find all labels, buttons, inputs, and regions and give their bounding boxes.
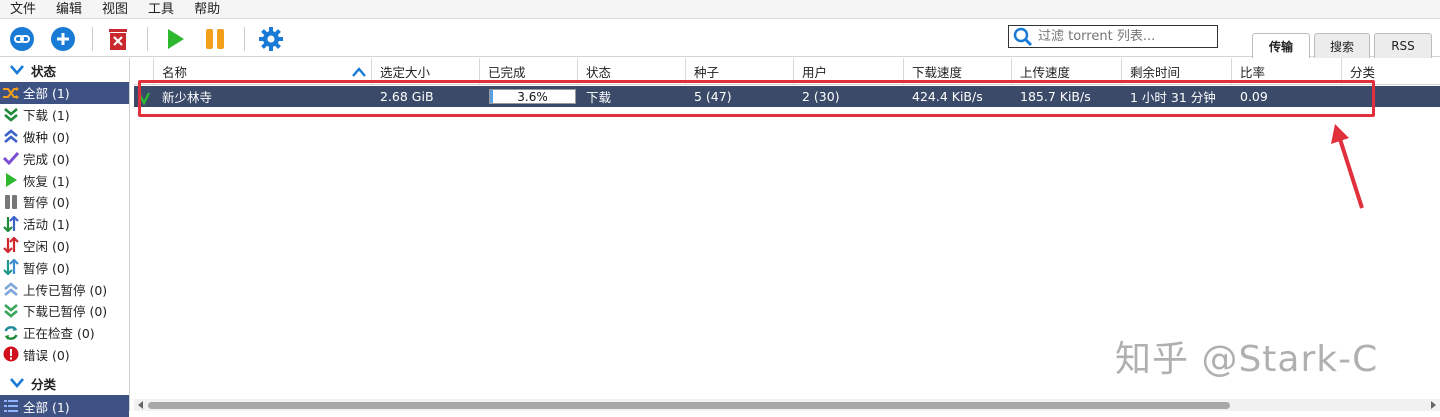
link-icon	[10, 27, 34, 51]
column-header-label: 上传速度	[1020, 65, 1071, 80]
column-header-label: 分类	[1350, 65, 1376, 80]
sidebar-item-label: 活动 (1)	[23, 217, 70, 233]
sidebar-item-all[interactable]: 全部 (1)	[0, 82, 129, 104]
toolbar: 传输 搜索 RSS	[0, 19, 1440, 58]
sidebar-item-resumed[interactable]: 恢复 (1)	[0, 169, 129, 191]
toolbar-separator	[147, 27, 148, 51]
download-icon	[2, 106, 20, 124]
sidebar: 状态 全部 (1) 下载 (1) 做种 (0) 完成 (0) 恢复 (1) 暂停…	[0, 58, 130, 417]
sidebar-item-seeding[interactable]: 做种 (0)	[0, 126, 129, 148]
scrollbar-thumb[interactable]	[148, 402, 1230, 409]
annotation-arrow-icon	[1331, 124, 1364, 209]
menu-file[interactable]: 文件	[0, 0, 46, 19]
upload-paused-icon	[2, 280, 20, 298]
pause-button[interactable]	[202, 26, 228, 52]
column-header-label: 选定大小	[380, 65, 431, 80]
options-button[interactable]	[258, 26, 284, 52]
tab-search[interactable]: 搜索	[1314, 33, 1370, 58]
sidebar-item-label: 暂停 (0)	[23, 195, 70, 211]
sort-ascending-icon	[352, 67, 366, 77]
sidebar-item-label: 全部 (1)	[23, 399, 70, 415]
chevron-down-icon	[10, 65, 24, 75]
column-header-label: 用户	[802, 65, 828, 80]
column-header-label: 名称	[162, 65, 188, 80]
trash-icon	[109, 29, 127, 50]
sidebar-item-label: 空闲 (0)	[23, 238, 70, 254]
menu-edit[interactable]: 编辑	[46, 0, 92, 19]
sidebar-item-category-all[interactable]: 全部 (1)	[0, 395, 129, 417]
search-field[interactable]	[1008, 25, 1218, 48]
add-torrent-button[interactable]	[50, 26, 76, 52]
sidebar-item-label: 下载已暂停 (0)	[23, 304, 108, 320]
sidebar-item-paused[interactable]: 暂停 (0)	[0, 191, 129, 213]
menu-bar: 文件 编辑 视图 工具 帮助	[0, 0, 1440, 19]
menu-help[interactable]: 帮助	[184, 0, 230, 19]
search-input[interactable]	[1038, 29, 1214, 44]
annotation-highlight-box	[138, 80, 1375, 117]
category-section-header[interactable]: 分类	[0, 371, 129, 395]
tab-bar: 传输 搜索 RSS	[1252, 33, 1436, 58]
scroll-right-icon[interactable]	[1429, 401, 1437, 409]
sidebar-item-label: 下载 (1)	[23, 108, 70, 124]
sidebar-item-label: 错误 (0)	[23, 347, 70, 363]
toolbar-separator	[92, 27, 93, 51]
category-section-label: 分类	[31, 376, 57, 392]
scroll-left-icon[interactable]	[137, 401, 145, 409]
sidebar-item-label: 上传已暂停 (0)	[23, 282, 108, 298]
sidebar-item-active[interactable]: 活动 (1)	[0, 213, 129, 235]
delete-button[interactable]	[105, 26, 131, 52]
sidebar-item-errored[interactable]: 错误 (0)	[0, 344, 129, 366]
sidebar-item-label: 完成 (0)	[23, 151, 70, 167]
play-icon	[2, 171, 20, 189]
menu-tools[interactable]: 工具	[138, 0, 184, 19]
play-icon	[168, 29, 184, 49]
column-header-label: 比率	[1240, 65, 1266, 80]
sidebar-item-completed[interactable]: 完成 (0)	[0, 147, 129, 169]
list-icon	[2, 397, 20, 415]
sidebar-item-upload-paused[interactable]: 上传已暂停 (0)	[0, 278, 129, 300]
stalled-arrows-icon	[2, 258, 20, 276]
sidebar-item-label: 全部 (1)	[23, 86, 70, 102]
sidebar-item-label: 恢复 (1)	[23, 173, 70, 189]
tab-rss[interactable]: RSS	[1374, 33, 1432, 58]
sidebar-item-download-paused[interactable]: 下载已暂停 (0)	[0, 300, 129, 322]
tab-transfers[interactable]: 传输	[1252, 33, 1310, 58]
checkmark-icon	[2, 149, 20, 167]
watermark: 知乎 @Stark-C	[1115, 339, 1379, 380]
sidebar-item-stalled[interactable]: 暂停 (0)	[0, 256, 129, 278]
pause-icon	[2, 193, 20, 211]
idle-arrows-icon	[2, 236, 20, 254]
column-header-label: 状态	[586, 65, 612, 80]
sidebar-item-downloading[interactable]: 下载 (1)	[0, 104, 129, 126]
column-header-label: 剩余时间	[1130, 65, 1181, 80]
status-section-label: 状态	[31, 63, 57, 79]
column-header-label: 种子	[694, 65, 720, 80]
status-section-header[interactable]: 状态	[0, 58, 129, 82]
plus-icon	[51, 27, 75, 51]
toolbar-separator	[244, 27, 245, 51]
search-icon	[1013, 27, 1033, 46]
upload-icon	[2, 127, 20, 145]
horizontal-scrollbar[interactable]	[134, 399, 1440, 411]
menu-view[interactable]: 视图	[92, 0, 138, 19]
active-arrows-icon	[2, 215, 20, 233]
sidebar-item-label: 正在检查 (0)	[23, 326, 95, 342]
refresh-icon	[2, 324, 20, 342]
column-header-label: 下载速度	[912, 65, 963, 80]
add-link-button[interactable]	[9, 26, 35, 52]
sidebar-item-checking[interactable]: 正在检查 (0)	[0, 322, 129, 344]
sidebar-item-label: 做种 (0)	[23, 129, 70, 145]
resume-button[interactable]	[162, 26, 188, 52]
column-header-label: 已完成	[488, 65, 526, 80]
error-icon	[2, 345, 20, 363]
sidebar-item-label: 暂停 (0)	[23, 260, 70, 276]
download-paused-icon	[2, 302, 20, 320]
shuffle-icon	[2, 84, 20, 102]
pause-icon	[206, 29, 224, 49]
chevron-down-icon	[10, 378, 24, 389]
gear-icon	[259, 27, 283, 51]
sidebar-item-inactive[interactable]: 空闲 (0)	[0, 235, 129, 257]
